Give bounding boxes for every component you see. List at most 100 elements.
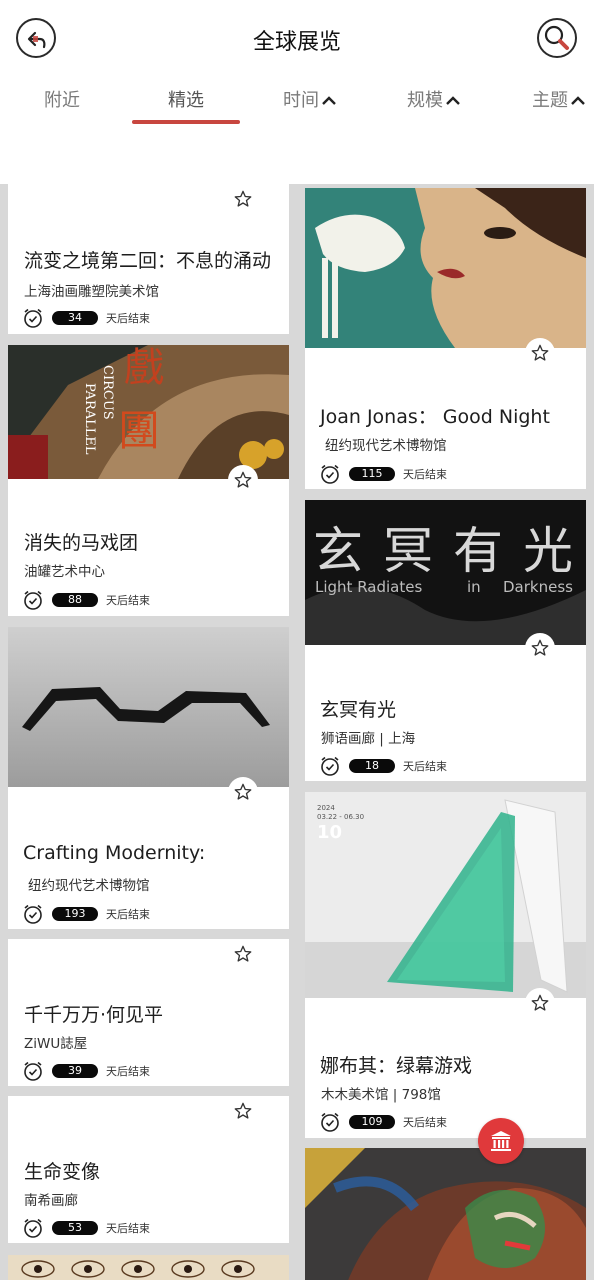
days-suffix: 天后结束 [106,594,150,607]
active-tab-indicator [132,120,240,124]
exhibition-venue: 木木美术馆 | 798馆 [321,1087,441,1103]
alarm-clock-icon [24,1218,42,1238]
alarm-clock-icon [321,464,339,484]
favorite-star-button[interactable] [525,988,555,1018]
exhibition-image: 2024 03.22 - 06.30 10 [305,792,586,998]
days-suffix: 天后结束 [403,468,447,481]
exhibition-title: Joan Jonas： Good Night [320,406,550,428]
exhibition-card[interactable]: Crafting Modernity: 纽约现代艺术博物馆 193 天后结束 [8,627,289,929]
days-count-badge: 193 [52,907,98,921]
exhibition-title: 娜布其：绿幕游戏 [320,1055,473,1077]
tab-scale[interactable]: 规模 [407,86,461,112]
image-text: 團 [118,406,160,455]
days-suffix: 天后结束 [106,1065,150,1078]
star-icon [234,190,252,207]
exhibition-title: Crafting Modernity: [23,842,206,864]
exhibition-title: 消失的马戏团 [24,532,139,554]
tab-featured[interactable]: 精选 [168,86,204,112]
favorite-star-button[interactable] [228,465,258,495]
chevron-up-icon [446,96,460,105]
exhibition-card[interactable]: 生命变像 南希画廊 53 天后结束 [8,1096,289,1243]
image-text: 2024 [317,804,335,812]
exhibition-image [8,1255,289,1280]
page-title: 全球展览 [252,30,341,55]
image-text: Light Radiates [315,578,422,596]
star-icon [234,945,252,962]
alarm-clock-icon [321,756,339,776]
search-icon [544,25,569,50]
days-count-badge: 115 [349,467,395,481]
days-remaining: 115 天后结束 [319,463,447,485]
exhibition-venue: 南希画廊 [24,1193,78,1209]
favorite-star-button[interactable] [525,633,555,663]
days-count-badge: 109 [349,1115,395,1129]
chevron-up-icon [571,96,585,105]
exhibition-card[interactable]: PARALLEL CIRCUS 戲 團 消失的马戏团 油罐艺术中心 88 天后结… [8,345,289,616]
chevron-up-icon [322,96,336,105]
image-text: 10 [317,822,342,843]
museum-button[interactable] [478,1118,524,1164]
favorite-star-button[interactable] [525,338,555,368]
days-count-badge: 39 [52,1064,98,1078]
image-text: 玄 [313,522,363,580]
exhibition-card[interactable]: Joan Jonas： Good Night 纽约现代艺术博物馆 115 天后结… [305,188,586,489]
image-text: 冥 [383,522,433,580]
days-count-badge: 53 [52,1221,98,1235]
image-text: CIRCUS [100,365,115,420]
exhibition-venue: 狮语画廊 | 上海 [321,731,416,747]
exhibition-title: 生命变像 [24,1161,101,1183]
image-text: in [467,578,481,596]
favorite-star-button[interactable] [228,184,258,214]
days-remaining: 109 天后结束 [319,1111,447,1133]
days-count-badge: 34 [52,311,98,325]
days-suffix: 天后结束 [403,1116,447,1129]
filter-tabs: 附近 精选 时间 规模 主题 [0,80,594,128]
exhibition-card[interactable]: 千千万万·何见平 ZiWU誌屋 39 天后结束 [8,939,289,1086]
exhibition-card[interactable] [305,1148,586,1280]
exhibition-image [305,1148,586,1280]
exhibition-title: 流变之境第二回：不息的涌动 [24,250,272,272]
star-icon [531,639,549,656]
exhibition-image: 玄 冥 有 光 Light Radiates in Darkness [305,500,586,645]
exhibition-card[interactable]: 2024 03.22 - 06.30 10 娜布其：绿幕游戏 木木美术馆 | 7… [305,792,586,1138]
exhibition-venue: ZiWU誌屋 [24,1036,88,1052]
search-button[interactable] [537,18,577,58]
exhibition-venue: 油罐艺术中心 [24,564,105,580]
image-text: PARALLEL [82,383,97,455]
tab-time[interactable]: 时间 [283,86,337,112]
image-text: 光 [523,522,573,580]
exhibition-card[interactable]: 玄 冥 有 光 Light Radiates in Darkness 玄冥有光 … [305,500,586,781]
tab-nearby[interactable]: 附近 [44,86,80,112]
app-header: 全球展览 [0,0,594,80]
star-icon [234,783,252,800]
alarm-clock-icon [24,1061,42,1081]
star-icon [234,471,252,488]
alarm-clock-icon [321,1112,339,1132]
image-text: 03.22 - 06.30 [317,813,364,821]
days-count-badge: 18 [349,759,395,773]
image-text: 有 [453,522,503,580]
exhibition-card[interactable]: 流变之境第二回：不息的涌动 上海油画雕塑院美术馆 34 天后结束 [8,184,289,334]
favorite-star-button[interactable] [228,939,258,969]
exhibition-image [305,188,586,348]
days-remaining: 34 天后结束 [22,307,150,329]
image-text: 戲 [124,345,164,391]
days-count-badge: 88 [52,593,98,607]
alarm-clock-icon [24,308,42,328]
days-remaining: 39 天后结束 [22,1060,150,1082]
days-remaining: 18 天后结束 [319,755,447,777]
days-suffix: 天后结束 [106,1222,150,1235]
days-remaining: 88 天后结束 [22,589,150,611]
exhibition-card[interactable] [8,1255,289,1280]
alarm-clock-icon [24,590,42,610]
exhibition-feed[interactable]: 流变之境第二回：不息的涌动 上海油画雕塑院美术馆 34 天后结束 PARALLE… [0,184,594,1280]
days-remaining: 53 天后结束 [22,1217,150,1239]
exhibition-venue: 纽约现代艺术博物馆 [325,438,447,454]
favorite-star-button[interactable] [228,777,258,807]
tab-theme[interactable]: 主题 [532,86,586,112]
favorite-star-button[interactable] [228,1096,258,1126]
exhibition-venue: 纽约现代艺术博物馆 [28,878,150,894]
image-text: Darkness [503,578,573,596]
days-remaining: 193 天后结束 [22,903,150,925]
days-suffix: 天后结束 [106,908,150,921]
